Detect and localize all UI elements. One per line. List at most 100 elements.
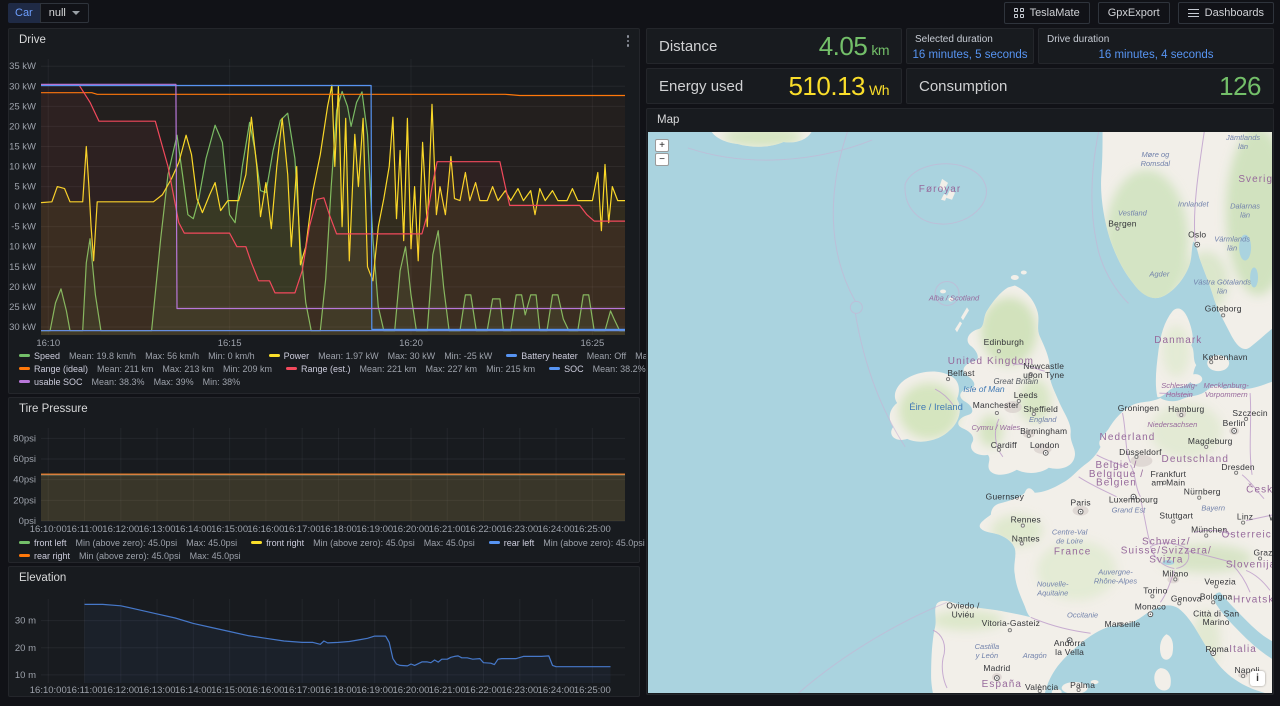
drive-duration-label: Drive duration [1047, 34, 1109, 45]
map-label-palma: Palma [1070, 680, 1095, 690]
x-axis-tick-label: 16:23:00 [501, 685, 538, 695]
gpxexport-button-label: GpxExport [1108, 7, 1160, 19]
consumption-value: 126 [1219, 71, 1261, 102]
x-axis-tick-label: 16:10:00 [30, 685, 67, 695]
map-label-belfast: Belfast [947, 368, 975, 378]
map-label-groningen: Groningen [1118, 403, 1159, 413]
legend-item-power[interactable]: PowerMean: 1.97 kWMax: 30 kWMin: -25 kW [269, 351, 493, 361]
map-svg[interactable]: FøroyarAlba / ScotlandEdinburghUnited Ki… [648, 132, 1272, 693]
x-axis-tick-label: 16:22:00 [465, 685, 502, 695]
x-axis-tick-label: 16:18:00 [320, 524, 357, 535]
legend-item-speed[interactable]: SpeedMean: 19.8 km/hMax: 56 km/hMin: 0 k… [19, 351, 255, 361]
y-axis-tick-label: 35 kW [9, 61, 36, 72]
map-label-danmark: Danmark [1154, 335, 1202, 346]
map-city-dot [1222, 314, 1225, 317]
legend-item-front-right[interactable]: front rightMin (above zero): 45.0psiMax:… [251, 538, 475, 548]
map-attribution-button[interactable]: i [1250, 671, 1265, 686]
legend-series-stat: Min (above zero): 45.0psi [79, 551, 181, 561]
map-label-dresden: Dresden [1221, 462, 1255, 472]
legend-item-rear-right[interactable]: rear rightMin (above zero): 45.0psiMax: … [19, 551, 241, 561]
x-axis-tick-label: 16:12:00 [102, 524, 139, 535]
map-label-isle-of-man: Isle of Man [963, 384, 1005, 394]
y-axis-tick-label: 0 kW [14, 202, 36, 213]
map-label-espa-a: España [982, 679, 1022, 690]
map-city-dot [1233, 430, 1235, 432]
map-city-dot [997, 350, 1000, 353]
map-label-n-rnberg: Nürnberg [1184, 487, 1221, 497]
x-axis-tick-label: 16:15:00 [211, 524, 248, 535]
tire-pressure-chart[interactable]: 0psi20psi40psi60psi80psi16:10:0016:11:00… [9, 420, 641, 541]
panel-menu-icon[interactable] [623, 34, 633, 48]
map-label-f-royar: Føroyar [919, 184, 962, 195]
legend-series-name: Battery heater [521, 351, 578, 361]
panel-title-drive: Drive [19, 34, 46, 46]
map-label-berlin: Berlin [1223, 418, 1246, 428]
map-label-paris: Paris [1070, 498, 1090, 508]
y-axis-tick-label: 15 kW [9, 141, 36, 152]
map-label-schleswig-: Schleswig-Holstein [1161, 381, 1198, 399]
legend-item-front-left[interactable]: front leftMin (above zero): 45.0psiMax: … [19, 538, 237, 548]
map-label-birmingham: Birmingham [1020, 426, 1067, 436]
map-label-slovenija: Slovenija [1226, 559, 1272, 570]
map-label-cymru-wales: Cymru / Wales [971, 423, 1020, 432]
panel-title-map: Map [657, 114, 679, 126]
teslamate-button[interactable]: TeslaMate [1004, 2, 1090, 24]
map-label-bergen: Bergen [1108, 219, 1137, 229]
legend-item-usable-soc[interactable]: usable SOCMean: 38.3%Max: 39%Min: 38% [19, 377, 240, 387]
map-zoom-in-button[interactable]: + [655, 139, 669, 152]
map-label-deutschland: Deutschland [1162, 454, 1229, 465]
legend-item-range-ideal-[interactable]: Range (ideal)Mean: 211 kmMax: 213 kmMin:… [19, 364, 272, 374]
legend-series-stat: Min: -25 kW [444, 351, 492, 361]
legend-series-stat: Max: 213 km [162, 364, 214, 374]
map-canvas[interactable]: FøroyarAlba / ScotlandEdinburghUnited Ki… [648, 132, 1272, 693]
gpxexport-button[interactable]: GpxExport [1098, 2, 1170, 24]
map-label-linz: Linz [1237, 512, 1253, 522]
map-label-genova: Genova [1171, 593, 1202, 603]
tire-chart-svg[interactable]: 0psi20psi40psi60psi80psi16:10:0016:11:00… [9, 420, 641, 536]
panel-tire-pressure: Tire Pressure 0psi20psi40psi60psi80psi16… [8, 397, 640, 563]
map-label-vestland: Vestland [1118, 209, 1148, 218]
legend-series-stat: Mean: 211 km [97, 364, 153, 374]
map-label-cardiff: Cardiff [991, 440, 1018, 450]
x-axis-tick-label: 16:24:00 [538, 524, 575, 535]
legend-series-name: usable SOC [34, 377, 83, 387]
panel-energy-used: Energy used 510.13Wh [646, 68, 902, 104]
y-axis-tick-label: 20 m [15, 643, 36, 654]
map-label-mecklenburg-: Mecklenburg-Vorpommern [1204, 381, 1250, 399]
x-axis-tick-label: 16:25:00 [574, 524, 611, 535]
map-label-bologna: Bologna [1200, 591, 1233, 601]
map-label-m-re-og: Møre ogRomsdal [1141, 150, 1171, 168]
elevation-chart-svg[interactable]: 10 m20 m30 m16:10:0016:11:0016:12:0016:1… [9, 589, 641, 695]
map-label-monaco: Monaco [1135, 601, 1166, 611]
map-label-val-ncia: València [1025, 682, 1059, 692]
variable-value-dropdown[interactable]: null [40, 3, 89, 23]
map-zoom-out-button[interactable]: − [655, 153, 669, 166]
drive-chart[interactable]: 35 kW30 kW25 kW20 kW15 kW10 kW5 kW0 kW-5… [9, 51, 641, 354]
legend-series-name: front left [34, 538, 67, 548]
map-label-sverige: Sverige [1238, 174, 1272, 185]
legend-series-stat: Max: 30 kW [388, 351, 436, 361]
x-axis-tick-label: 16:10 [36, 338, 60, 349]
teslamate-button-label: TeslaMate [1030, 7, 1080, 19]
panel-distance: Distance 4.05km [646, 28, 902, 64]
map-label-milano: Milano [1162, 568, 1188, 578]
x-axis-tick-label: 16:25:00 [574, 685, 611, 695]
map-label-hamburg: Hamburg [1168, 404, 1204, 414]
map-label-niedersachsen: Niedersachsen [1147, 420, 1197, 429]
x-axis-tick-label: 16:16:00 [247, 524, 284, 535]
x-axis-tick-label: 16:23:00 [501, 524, 538, 535]
map-label-nouvelle-: Nouvelle-Aquitaine [1036, 579, 1069, 597]
drive-duration-value: 16 minutes, 4 seconds [1039, 49, 1273, 61]
variable-car: Car null [8, 3, 89, 23]
drive-chart-svg[interactable]: 35 kW30 kW25 kW20 kW15 kW10 kW5 kW0 kW-5… [9, 51, 641, 349]
map-city-dot [1008, 629, 1011, 632]
legend-series-stat: Max: 56 km/h [145, 351, 199, 361]
elevation-chart[interactable]: 10 m20 m30 m16:10:0016:11:0016:12:0016:1… [9, 589, 641, 700]
map-label-alba-scotland: Alba / Scotland [928, 293, 980, 302]
legend-item-range-est-[interactable]: Range (est.)Mean: 221 kmMax: 227 kmMin: … [286, 364, 535, 374]
map-label-agder: Agder [1148, 269, 1169, 278]
nav-buttons: TeslaMate GpxExport Dashboards [1004, 2, 1274, 24]
legend-series-stat: Mean: 19.8 km/h [69, 351, 136, 361]
dashboards-button[interactable]: Dashboards [1178, 2, 1274, 24]
legend-series-stat: Max: 45.0psi [190, 551, 241, 561]
